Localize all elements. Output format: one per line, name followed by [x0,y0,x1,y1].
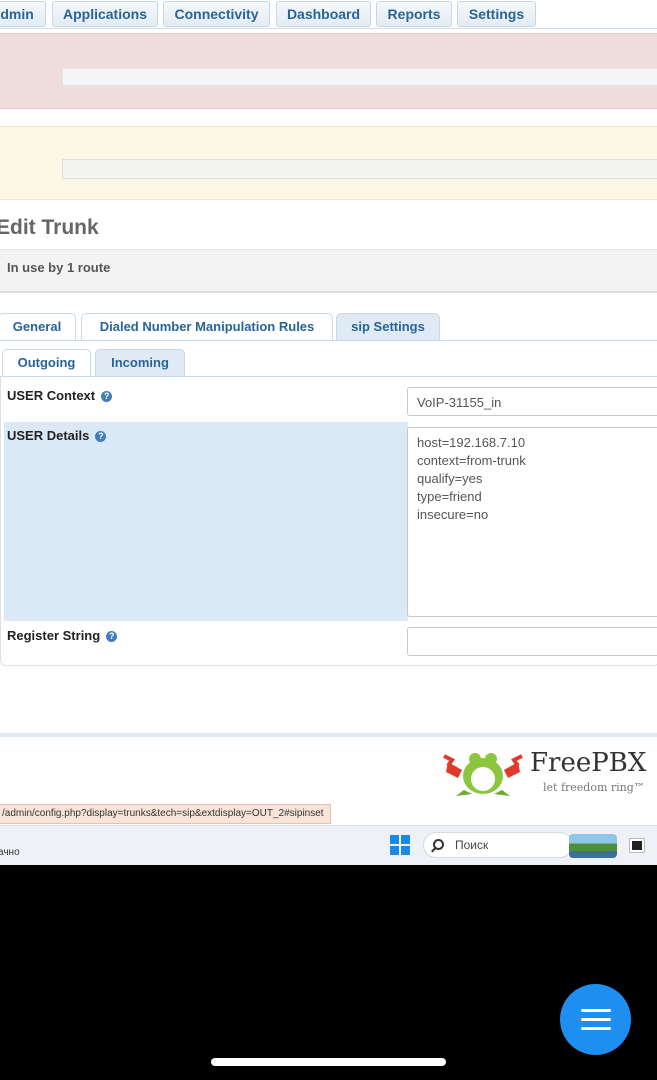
in-use-panel: In use by 1 route [0,249,657,293]
help-icon[interactable]: ? [95,431,107,442]
windows-taskbar: ачно Поиск [0,825,657,865]
tab-general-label: General [12,319,62,334]
subtab-incoming-label: Incoming [111,355,169,370]
nav-settings[interactable]: Settings [457,1,536,27]
windows-start-icon[interactable] [390,835,410,855]
help-icon[interactable]: ? [101,391,113,402]
taskbar-left-text: ачно [0,847,20,858]
nav-admin-label: Admin [0,6,34,22]
alert-banner-warning [0,126,657,200]
tab-general[interactable]: General [0,313,76,341]
footer-divider [0,733,657,737]
page-title: Edit Trunk [0,216,99,239]
user-details-textarea[interactable]: host=192.168.7.10 context=from-trunk qua… [407,427,657,617]
subtab-outgoing-label: Outgoing [17,355,76,370]
subtab-incoming[interactable]: Incoming [95,349,185,377]
subtab-outgoing[interactable]: Outgoing [2,349,91,377]
widgets-landscape-icon[interactable] [569,834,617,858]
hamburger-icon [581,1009,611,1012]
alert-error-bar [62,68,657,86]
user-context-label: USER Context? [7,388,113,403]
nav-settings-label: Settings [468,6,525,22]
freepbx-brand: FreePBX [530,748,647,778]
tab-sip-settings-label: sip Settings [351,319,425,334]
tab-sip-settings[interactable]: sip Settings [336,313,440,341]
alert-banner-error [0,33,657,109]
task-view-icon[interactable] [629,838,645,853]
user-details-label: USER Details? [7,428,107,443]
nav-dashboard-label: Dashboard [286,6,361,22]
register-string-label: Register String? [7,628,118,643]
nav-applications[interactable]: Applications [52,1,158,27]
nav-admin[interactable]: Admin [0,1,46,27]
register-string-label-text: Register String [7,628,101,643]
nav-reports[interactable]: Reports [376,1,452,27]
alert-warning-bar [62,159,657,179]
menu-fab-button[interactable] [560,984,631,1055]
nav-connectivity[interactable]: Connectivity [163,1,270,27]
top-navigation: Admin Applications Connectivity Dashboar… [0,0,657,29]
help-icon[interactable]: ? [106,631,118,642]
taskbar-search[interactable]: Поиск [423,832,573,858]
status-bar-url: /admin/config.php?display=trunks&tech=si… [0,804,331,824]
user-details-label-text: USER Details [7,428,90,443]
nav-dashboard[interactable]: Dashboard [276,1,371,27]
register-string-input[interactable] [407,627,657,656]
nav-reports-label: Reports [387,6,441,22]
tab-dialed-label: Dialed Number Manipulation Rules [99,319,315,334]
tabs-divider [0,340,657,341]
freepbx-tagline: let freedom ring™ [543,781,645,794]
search-icon [433,839,444,850]
user-details-row-highlight [4,422,408,621]
user-context-label-text: USER Context [7,388,96,403]
nav-connectivity-label: Connectivity [174,6,259,22]
home-indicator[interactable] [211,1058,446,1066]
browser-viewport: Admin Applications Connectivity Dashboar… [0,0,657,865]
nav-applications-label: Applications [62,6,147,22]
in-use-text: In use by 1 route [7,260,111,275]
tab-dialed-number-manipulation-rules[interactable]: Dialed Number Manipulation Rules [81,313,333,341]
user-context-input[interactable]: VoIP-31155_in [407,387,657,416]
freepbx-frog-logo [443,753,523,796]
search-placeholder: Поиск [455,838,489,852]
